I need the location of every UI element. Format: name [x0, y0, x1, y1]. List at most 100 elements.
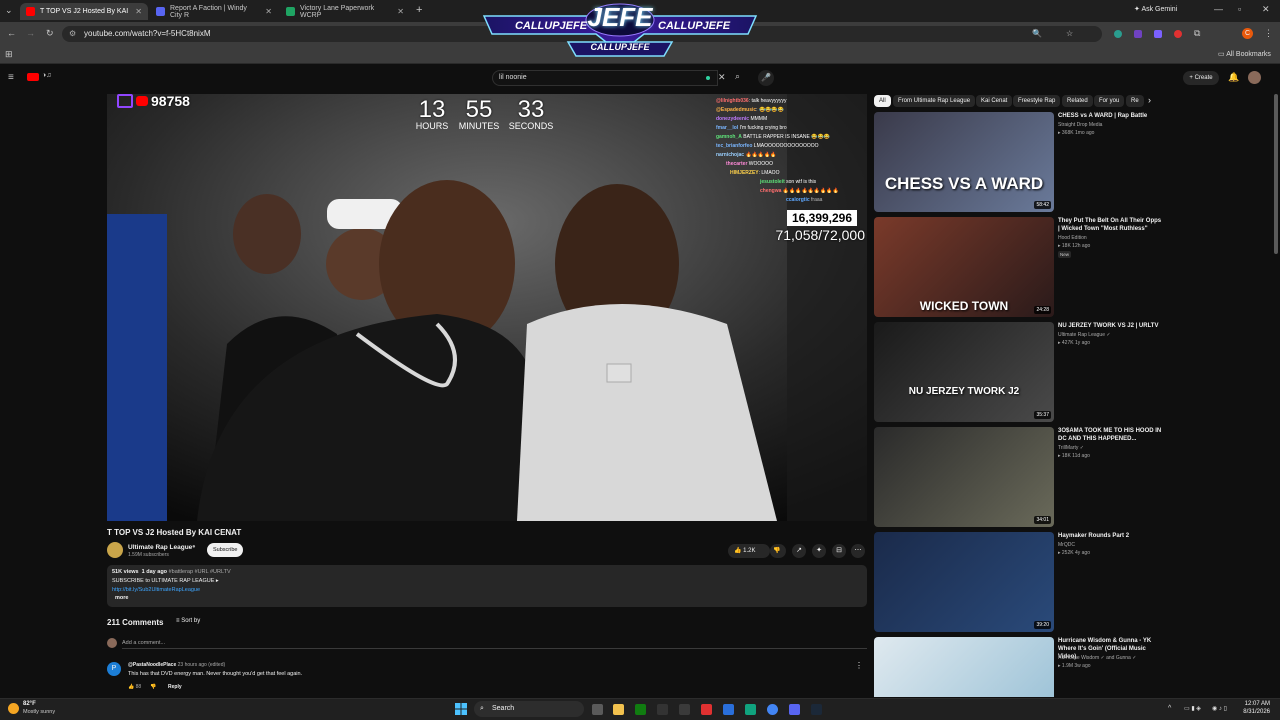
close-tab-icon[interactable]: ✕ — [397, 7, 404, 16]
close-tab-icon[interactable]: ✕ — [135, 7, 142, 16]
rec-title[interactable]: NU JERZEY TWORK VS J2 | URLTV — [1058, 322, 1164, 330]
weather-sun-icon[interactable] — [8, 703, 19, 714]
recommendation-item[interactable]: 34:01 3O$AMA TOOK ME TO HIS HOOD IN DC A… — [874, 427, 1164, 527]
rec-channel[interactable]: Straight Drop Media — [1058, 122, 1102, 128]
reload-icon[interactable]: ↻ — [46, 29, 54, 38]
clear-search-icon[interactable]: ✕ — [718, 73, 726, 82]
save-icon[interactable]: ⊟ — [832, 544, 846, 558]
recommendation-item[interactable]: 39:20 Haymaker Rounds Part 2 MrQDC ▸ 252… — [874, 532, 1164, 632]
extension-icon[interactable] — [1134, 30, 1142, 38]
search-input[interactable]: lil noonie — [492, 70, 718, 86]
rec-title[interactable]: They Put The Belt On All Their Opps | Wi… — [1058, 217, 1164, 233]
comment-menu-icon[interactable]: ⋮ — [855, 661, 863, 670]
video-thumbnail[interactable]: NU JERZEY TWORK J2 35:37 — [874, 322, 1054, 422]
tab-1[interactable]: Report A Faction | Windy City R ✕ — [150, 3, 278, 20]
clock-time[interactable]: 12:07 AM — [1240, 701, 1270, 707]
video-thumbnail[interactable]: 34:01 — [874, 427, 1054, 527]
back-icon[interactable]: ← — [7, 29, 16, 38]
rec-channel[interactable]: TrillMarty ✓ — [1058, 445, 1084, 451]
rec-channel[interactable]: Ultimate Rap League ✓ — [1058, 332, 1111, 338]
like-button[interactable]: 👍 1.2K — [728, 544, 770, 558]
clock-date[interactable]: 8/31/2026 — [1236, 709, 1270, 715]
video-thumbnail[interactable] — [874, 637, 1054, 697]
bookmark-star-icon[interactable]: ☆ — [1066, 26, 1073, 42]
commenter-avatar[interactable]: P — [107, 662, 121, 676]
add-comment-input[interactable]: Add a comment... — [122, 640, 867, 649]
account-avatar[interactable] — [1248, 71, 1261, 84]
network-volume-icons[interactable]: ◉ ♪ ▯ — [1212, 705, 1227, 712]
chip-kai-cenat[interactable]: Kai Cenat — [976, 95, 1013, 107]
app-icon[interactable] — [723, 704, 734, 715]
chip-all[interactable]: All — [874, 95, 891, 107]
maximize-icon[interactable]: ▫ — [1238, 5, 1241, 14]
forward-icon[interactable]: → — [26, 29, 35, 38]
sort-by-button[interactable]: ≡ Sort by — [176, 618, 200, 624]
channel-name[interactable]: Ultimate Rap League — [128, 544, 192, 551]
comment-like-button[interactable]: 👍 88 — [128, 684, 141, 690]
channel-avatar[interactable] — [107, 542, 123, 558]
recommendation-item[interactable]: CHESS VS A WARD 58:42 CHESS vs A WARD | … — [874, 112, 1164, 212]
app-icon[interactable] — [679, 704, 690, 715]
video-player[interactable]: 98758 16,399,296 71,058/72,000 — [107, 94, 867, 521]
page-scrollbar[interactable] — [1274, 94, 1278, 254]
rec-channel[interactable]: Hurricane Wisdom ✓ and Gunna ✓ — [1058, 655, 1136, 661]
extension-icon[interactable] — [1154, 30, 1162, 38]
windows-start-icon[interactable] — [455, 703, 467, 715]
profile-avatar[interactable]: C — [1242, 28, 1253, 39]
subscribe-button[interactable]: Subscribe — [207, 543, 244, 557]
task-view-icon[interactable] — [592, 704, 603, 715]
tab-search-icon[interactable]: ⌄ — [5, 6, 13, 15]
close-window-icon[interactable]: ✕ — [1262, 5, 1270, 14]
chrome-menu-icon[interactable]: ⋮ — [1264, 29, 1273, 38]
video-thumbnail[interactable]: 39:20 — [874, 532, 1054, 632]
chip-freestyle-rap[interactable]: Freestyle Rap — [1013, 95, 1061, 107]
new-tab-icon[interactable]: + — [416, 5, 422, 16]
xbox-icon[interactable] — [635, 704, 646, 715]
steam-icon[interactable] — [811, 704, 822, 715]
chip-for-you[interactable]: For you — [1094, 95, 1125, 107]
extension-icon[interactable] — [1174, 30, 1182, 38]
comment-author[interactable]: @PastaNoodlePlace — [128, 662, 176, 668]
show-more-link[interactable]: more — [115, 595, 128, 601]
extension-icon[interactable] — [1114, 30, 1122, 38]
weather-temp[interactable]: 82°F — [23, 701, 36, 707]
site-info-icon[interactable]: ⚙ — [69, 26, 76, 42]
comment-dislike-icon[interactable]: 👎 — [150, 684, 156, 690]
tab-2[interactable]: Victory Lane Paperwork WCRP ✕ — [280, 3, 410, 20]
apps-grid-icon[interactable]: ⊞ — [5, 50, 13, 59]
search-icon[interactable]: ⌕ — [735, 72, 740, 81]
app-icon[interactable] — [657, 704, 668, 715]
rec-title[interactable]: Haymaker Rounds Part 2 — [1058, 532, 1164, 540]
description-box[interactable]: 51K views 1 day ago #battlerap #URL #URL… — [107, 565, 867, 607]
close-tab-icon[interactable]: ✕ — [265, 7, 272, 16]
tab-0[interactable]: T TOP VS J2 Hosted By KAI ✕ — [20, 3, 148, 20]
tray-chevron-icon[interactable]: ^ — [1168, 705, 1171, 712]
more-actions-icon[interactable]: ⋯ — [851, 544, 865, 558]
rec-title[interactable]: 3O$AMA TOOK ME TO HIS HOOD IN DC AND THI… — [1058, 427, 1164, 443]
recommendation-item[interactable]: NU JERZEY TWORK J2 35:37 NU JERZEY TWORK… — [874, 322, 1164, 422]
all-bookmarks-button[interactable]: ▭ All Bookmarks — [1218, 50, 1271, 58]
app-icon[interactable] — [701, 704, 712, 715]
video-thumbnail[interactable]: CHESS VS A WARD 58:42 — [874, 112, 1054, 212]
zoom-icon[interactable]: 🔍 — [1032, 26, 1042, 42]
chip-from-channel[interactable]: From Ultimate Rap League — [893, 95, 976, 107]
rec-channel[interactable]: MrQDC — [1058, 542, 1075, 548]
chip-recently-uploaded[interactable]: Re — [1126, 95, 1144, 107]
chrome-icon[interactable] — [767, 704, 778, 715]
extensions-puzzle-icon[interactable]: ⧉ — [1194, 29, 1200, 38]
ask-gemini-button[interactable]: ✦ Ask Gemini — [1134, 5, 1177, 13]
rec-channel[interactable]: Hood Edition — [1058, 235, 1087, 241]
chip-related[interactable]: Related — [1062, 95, 1093, 107]
ask-ai-icon[interactable]: ✦ — [812, 544, 826, 558]
tray-icons[interactable]: ▭ ▮ ◈ — [1184, 705, 1201, 712]
minimize-icon[interactable]: — — [1214, 5, 1223, 14]
notifications-bell-icon[interactable]: 🔔 — [1228, 73, 1239, 82]
dislike-button[interactable]: 👎 — [770, 544, 786, 558]
recommendation-item[interactable]: WICKED TOWN 24:28 They Put The Belt On A… — [874, 217, 1164, 317]
hamburger-menu-icon[interactable]: ≡ — [8, 73, 14, 83]
share-icon[interactable]: ↗ — [792, 544, 806, 558]
chips-next-icon[interactable]: › — [1148, 95, 1151, 105]
youtube-logo-icon[interactable] — [27, 73, 39, 81]
description-link[interactable]: http://bit.ly/Sub2UltimateRapLeague — [112, 587, 200, 593]
recommendation-item[interactable]: Hurricane Wisdom & Gunna - YK Where It's… — [874, 637, 1164, 697]
